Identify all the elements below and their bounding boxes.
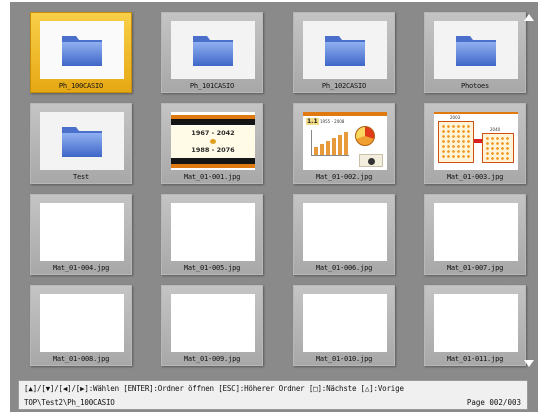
picture-card (359, 154, 383, 167)
image-thumbnail (434, 294, 518, 352)
tile-label: Mat_01-010.jpg (315, 355, 373, 363)
image-thumbnail: 1967 - 2042 1988 - 2076 (171, 112, 255, 170)
tile-label: Mat_01-005.jpg (183, 264, 241, 272)
tile-label: Mat_01-009.jpg (183, 355, 241, 363)
dot-grid (441, 124, 471, 160)
folder-tile[interactable]: Photoes (424, 12, 526, 93)
tile-label: Mat_01-001.jpg (183, 173, 241, 181)
dot-grid (485, 136, 511, 160)
image-thumbnail (40, 203, 124, 261)
chart-bar (320, 144, 324, 155)
tile-label: Ph_100CASIO (58, 82, 104, 90)
tile-label: Test (72, 173, 90, 181)
image-thumbnail (40, 294, 124, 352)
folder-tile[interactable]: Ph_102CASIO (293, 12, 395, 93)
file-tile[interactable]: Mat_01-006.jpg (293, 194, 395, 275)
file-tile[interactable]: Mat_01-011.jpg (424, 285, 526, 366)
dot-grid-panel (482, 133, 514, 163)
file-tile[interactable]: 1967 - 2042 1988 - 2076 Mat_01-001.jpg (161, 103, 263, 184)
file-tile[interactable]: Mat_01-004.jpg (30, 194, 132, 275)
tile-label: Photoes (460, 82, 490, 90)
slide-year-label: 2040 (490, 127, 501, 132)
image-thumbnail (171, 203, 255, 261)
file-browser-screen: Ph_100CASIO Ph_101CASIO Ph_102CASIO Photoes… (10, 2, 538, 412)
image-thumbnail (171, 294, 255, 352)
scroll-down-icon[interactable] (524, 360, 534, 367)
dot-grid-panel (438, 121, 474, 163)
slide-ornament (210, 139, 216, 144)
orange-bar (171, 164, 255, 168)
tile-label: Mat_01-007.jpg (446, 264, 504, 272)
orange-bar (303, 112, 387, 116)
slide-year-range: 1988 - 2076 (191, 146, 235, 154)
folder-tile[interactable]: Ph_100CASIO (30, 12, 132, 93)
tile-label: Ph_102CASIO (321, 82, 367, 90)
slide-year-label: 2003 (450, 115, 461, 120)
folder-thumbnail (40, 112, 124, 170)
folder-icon (61, 31, 103, 67)
folder-tile[interactable]: Ph_101CASIO (161, 12, 263, 93)
folder-icon (61, 122, 103, 158)
file-tile[interactable]: Mat_01-010.jpg (293, 285, 395, 366)
folder-icon (324, 31, 366, 67)
folder-icon (192, 31, 234, 67)
folder-thumbnail (171, 21, 255, 79)
status-bar: [▲]/[▼]/[◀]/[▶]:Wählen [ENTER]:Ordner öf… (18, 380, 528, 410)
folder-icon (455, 31, 497, 67)
bar-chart-graphic (311, 130, 349, 156)
image-thumbnail: 2003 2040 (434, 112, 518, 170)
file-tile[interactable]: 1.1 1955 - 2008 Mat_01-002.jpg (293, 103, 395, 184)
chart-bar (338, 135, 342, 155)
slide-year-range: 1967 - 2042 (191, 129, 235, 137)
folder-thumbnail (40, 21, 124, 79)
current-path: TOP\Test2\Ph_100CASIO (24, 398, 115, 407)
image-thumbnail: 1.1 1955 - 2008 (303, 112, 387, 170)
folder-tile[interactable]: Test (30, 103, 132, 184)
slide-year-range: 1955 - 2008 (320, 119, 345, 124)
card-dot (368, 158, 375, 165)
image-thumbnail (303, 294, 387, 352)
black-band (171, 119, 255, 125)
pie-chart-graphic (355, 126, 375, 146)
thumbnail-grid: Ph_100CASIO Ph_101CASIO Ph_102CASIO Photoes… (10, 2, 538, 380)
chart-bar (344, 132, 348, 155)
page-indicator: Page 002/003 (466, 398, 521, 407)
scroll-up-icon[interactable] (524, 14, 534, 21)
tile-label: Mat_01-003.jpg (446, 173, 504, 181)
file-tile[interactable]: Mat_01-005.jpg (161, 194, 263, 275)
image-thumbnail (303, 203, 387, 261)
tile-label: Mat_01-011.jpg (446, 355, 504, 363)
slide-badge: 1.1 (306, 118, 319, 125)
chart-bar (314, 147, 318, 155)
arrow-icon (474, 139, 482, 143)
tile-label: Mat_01-008.jpg (52, 355, 110, 363)
file-tile[interactable]: 2003 2040 Mat_01-003.jpg (424, 103, 526, 184)
chart-bar (326, 141, 330, 155)
tile-label: Mat_01-004.jpg (52, 264, 110, 272)
tile-label: Ph_101CASIO (189, 82, 235, 90)
image-thumbnail (434, 203, 518, 261)
tile-label: Mat_01-006.jpg (315, 264, 373, 272)
file-tile[interactable]: Mat_01-008.jpg (30, 285, 132, 366)
tile-label: Mat_01-002.jpg (315, 173, 373, 181)
chart-bar (332, 138, 336, 155)
file-tile[interactable]: Mat_01-007.jpg (424, 194, 526, 275)
folder-thumbnail (303, 21, 387, 79)
orange-bar (434, 112, 518, 114)
file-tile[interactable]: Mat_01-009.jpg (161, 285, 263, 366)
key-help-text: [▲]/[▼]/[◀]/[▶]:Wählen [ENTER]:Ordner öf… (24, 384, 404, 393)
folder-thumbnail (434, 21, 518, 79)
